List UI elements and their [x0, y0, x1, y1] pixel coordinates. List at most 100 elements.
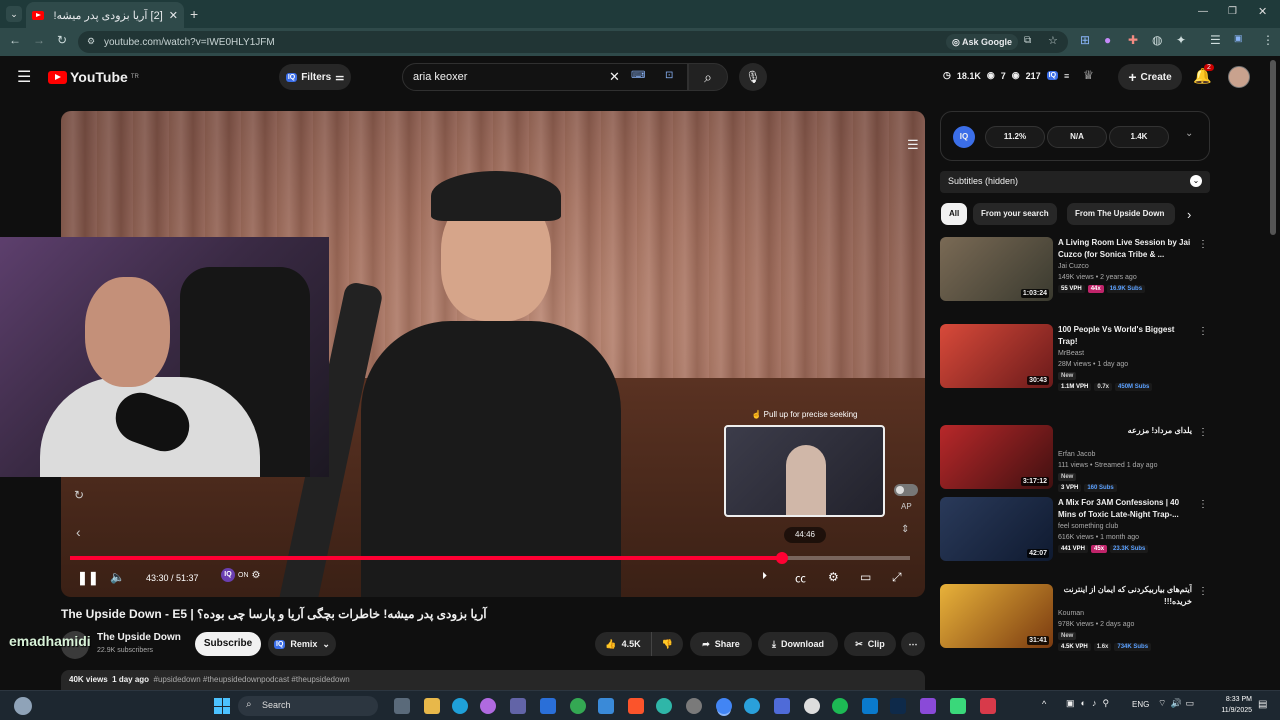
- task-view-icon[interactable]: [394, 698, 410, 714]
- tab-list-button[interactable]: ⌄: [6, 6, 22, 22]
- avatar[interactable]: [1228, 66, 1250, 88]
- vidiq-player-toggle[interactable]: IQ ON ⚙: [221, 568, 260, 582]
- recommendation-title[interactable]: A Mix For 3AM Confessions | 40 Mins of T…: [1058, 497, 1192, 521]
- omnibox[interactable]: ⚙ youtube.com/watch?v=IWE0HLY1JFM ◎ Ask …: [78, 31, 1068, 53]
- youtube-logo[interactable]: YouTube TR: [48, 69, 139, 85]
- more-options-icon[interactable]: ⋮: [1198, 239, 1208, 250]
- recommendation-thumbnail[interactable]: 31:41: [940, 584, 1053, 648]
- restore-window-button[interactable]: ❐: [1228, 6, 1237, 17]
- app-icon[interactable]: [540, 698, 556, 714]
- share-button[interactable]: ➦ Share: [690, 632, 752, 656]
- channel-name[interactable]: The Upside Down: [97, 632, 181, 643]
- chip-all[interactable]: All: [941, 203, 968, 225]
- cast-icon[interactable]: ⧉: [1024, 35, 1031, 46]
- more-options-icon[interactable]: ⋮: [1198, 586, 1208, 597]
- browser-tab-active[interactable]: [2] آریا بزودی پدر میشه! خاط ✕: [26, 2, 184, 28]
- clear-search-icon[interactable]: ✕: [609, 69, 620, 85]
- recommendation-title[interactable]: یلدای مرداد! مزرعه: [1058, 425, 1192, 437]
- recommendation-thumbnail[interactable]: 42:07: [940, 497, 1053, 561]
- autoplay-switch-icon[interactable]: ⏵: [762, 571, 767, 582]
- chrome-active-icon[interactable]: [716, 698, 732, 714]
- volume-icon[interactable]: 🔈: [110, 570, 125, 584]
- reload-icon[interactable]: ↻: [57, 33, 67, 47]
- back-arrow-icon[interactable]: ←: [9, 33, 21, 47]
- new-tab-button[interactable]: +: [190, 6, 198, 22]
- extensions-puzzle-icon[interactable]: ✦: [1176, 33, 1186, 47]
- app-icon[interactable]: [774, 698, 790, 714]
- recommendation-thumbnail[interactable]: 1:03:24: [940, 237, 1053, 301]
- tray-chevron-icon[interactable]: ^: [1042, 699, 1046, 709]
- wifi-volume-battery-icons[interactable]: ⌔🔊▭: [1158, 698, 1198, 709]
- description-box[interactable]: 40K views 1 day ago #upsidedown #theupsi…: [61, 670, 925, 692]
- notification-center-icon[interactable]: ▤: [1258, 699, 1267, 710]
- dislike-button[interactable]: 👎: [651, 632, 683, 656]
- more-actions-button[interactable]: ⋯: [901, 632, 925, 656]
- filters-button[interactable]: IQ Filters ⚌: [279, 64, 351, 90]
- tab-close-icon[interactable]: ✕: [169, 9, 178, 22]
- trophy-icon[interactable]: ♕: [1083, 68, 1094, 82]
- app-icon[interactable]: [950, 698, 966, 714]
- progress-bar[interactable]: [70, 552, 910, 564]
- extension-globe-icon[interactable]: ◍: [1152, 33, 1162, 47]
- recommendation-title[interactable]: A Living Room Live Session by Jai Cuzco …: [1058, 237, 1192, 261]
- taskbar-search[interactable]: ⌕ Search: [238, 696, 378, 716]
- search-button[interactable]: ⌕: [688, 63, 728, 91]
- remix-button[interactable]: IQ Remix ⌄: [268, 632, 336, 656]
- recommendation-channel[interactable]: Jai Cuzco: [1058, 263, 1089, 270]
- edge-dev-icon[interactable]: [656, 698, 672, 714]
- like-button[interactable]: 👍 4.5K: [595, 632, 651, 656]
- page-scrollbar[interactable]: [1270, 60, 1276, 235]
- recommendation-title[interactable]: 100 People Vs World's Biggest Trap!: [1058, 324, 1192, 348]
- download-button[interactable]: ⤓ Download: [758, 632, 838, 656]
- language-indicator[interactable]: ENG: [1132, 700, 1149, 709]
- taskbar-clock[interactable]: 8:33 PM 11/9/2025: [1208, 694, 1252, 716]
- chrome-icon[interactable]: [570, 698, 586, 714]
- recommendation-channel[interactable]: feel something club: [1058, 523, 1118, 530]
- chip-from-your-search[interactable]: From your search: [973, 203, 1057, 225]
- app-icon[interactable]: [980, 698, 996, 714]
- more-options-icon[interactable]: ⋮: [1198, 326, 1208, 337]
- subtitles-dropdown[interactable]: Subtitles (hidden) ⌄: [940, 171, 1210, 193]
- vidiq-logo-icon[interactable]: IQ: [953, 126, 975, 148]
- forward-arrow-icon[interactable]: →: [33, 33, 45, 47]
- minimize-window-button[interactable]: —: [1198, 6, 1208, 17]
- xbox-icon[interactable]: [686, 698, 702, 714]
- search-input[interactable]: aria keoxer ✕ ⌨ ⊡: [402, 63, 688, 91]
- recommendation-channel[interactable]: MrBeast: [1058, 350, 1084, 357]
- expand-vertical-icon[interactable]: ⇕: [901, 524, 909, 535]
- teams-icon[interactable]: [510, 698, 526, 714]
- recommendation-thumbnail[interactable]: 3:17:12: [940, 425, 1053, 489]
- chips-next-icon[interactable]: ›: [1187, 207, 1191, 222]
- more-options-icon[interactable]: ⋮: [1198, 499, 1208, 510]
- subtitles-icon[interactable]: ㏄: [795, 570, 806, 586]
- previous-chevron-icon[interactable]: ‹: [76, 524, 81, 540]
- recommendation-card[interactable]: 30:43 100 People Vs World's Biggest Trap!…: [940, 324, 1210, 396]
- recommendation-thumbnail[interactable]: 30:43: [940, 324, 1053, 388]
- start-button[interactable]: [214, 698, 230, 714]
- pause-icon[interactable]: ❚❚: [77, 570, 99, 586]
- extension-purple-icon[interactable]: ●: [1104, 33, 1111, 47]
- recommendation-channel[interactable]: Kouman: [1058, 610, 1084, 617]
- tray-icons[interactable]: ▣◐♪⚲: [1066, 698, 1115, 709]
- recommendation-title[interactable]: آیتم‌های بیاربیکردنی که ایمان از اینترنت…: [1058, 584, 1192, 608]
- autoplay-toggle[interactable]: [894, 484, 918, 496]
- bookmark-star-icon[interactable]: ☆: [1048, 34, 1058, 47]
- recommendation-card[interactable]: 31:41 آیتم‌های بیاربیکردنی که ایمان از ای…: [940, 584, 1210, 656]
- hamburger-menu-icon[interactable]: ☰: [17, 67, 31, 87]
- site-info-icon[interactable]: ⚙: [87, 36, 95, 47]
- theater-mode-icon[interactable]: ▭: [860, 570, 871, 584]
- brave-icon[interactable]: [628, 698, 644, 714]
- list-icon[interactable]: ≡: [1064, 71, 1069, 81]
- input-tools-icon[interactable]: ⌨: [631, 70, 645, 81]
- file-explorer-icon[interactable]: [424, 698, 440, 714]
- edge-icon[interactable]: [452, 698, 468, 714]
- extension-pink-icon[interactable]: ✚: [1128, 33, 1138, 47]
- ask-google-chip[interactable]: ◎ Ask Google: [946, 34, 1019, 50]
- telegram-icon[interactable]: [744, 698, 760, 714]
- recommendation-channel[interactable]: Erfan Jacob: [1058, 451, 1095, 458]
- chip-from-channel[interactable]: From The Upside Down: [1067, 203, 1175, 225]
- photoshop-icon[interactable]: [890, 698, 906, 714]
- extension-translate-icon[interactable]: ⊞: [1080, 33, 1090, 47]
- fullscreen-icon[interactable]: ⤢: [892, 570, 902, 585]
- close-window-button[interactable]: ✕: [1258, 5, 1267, 18]
